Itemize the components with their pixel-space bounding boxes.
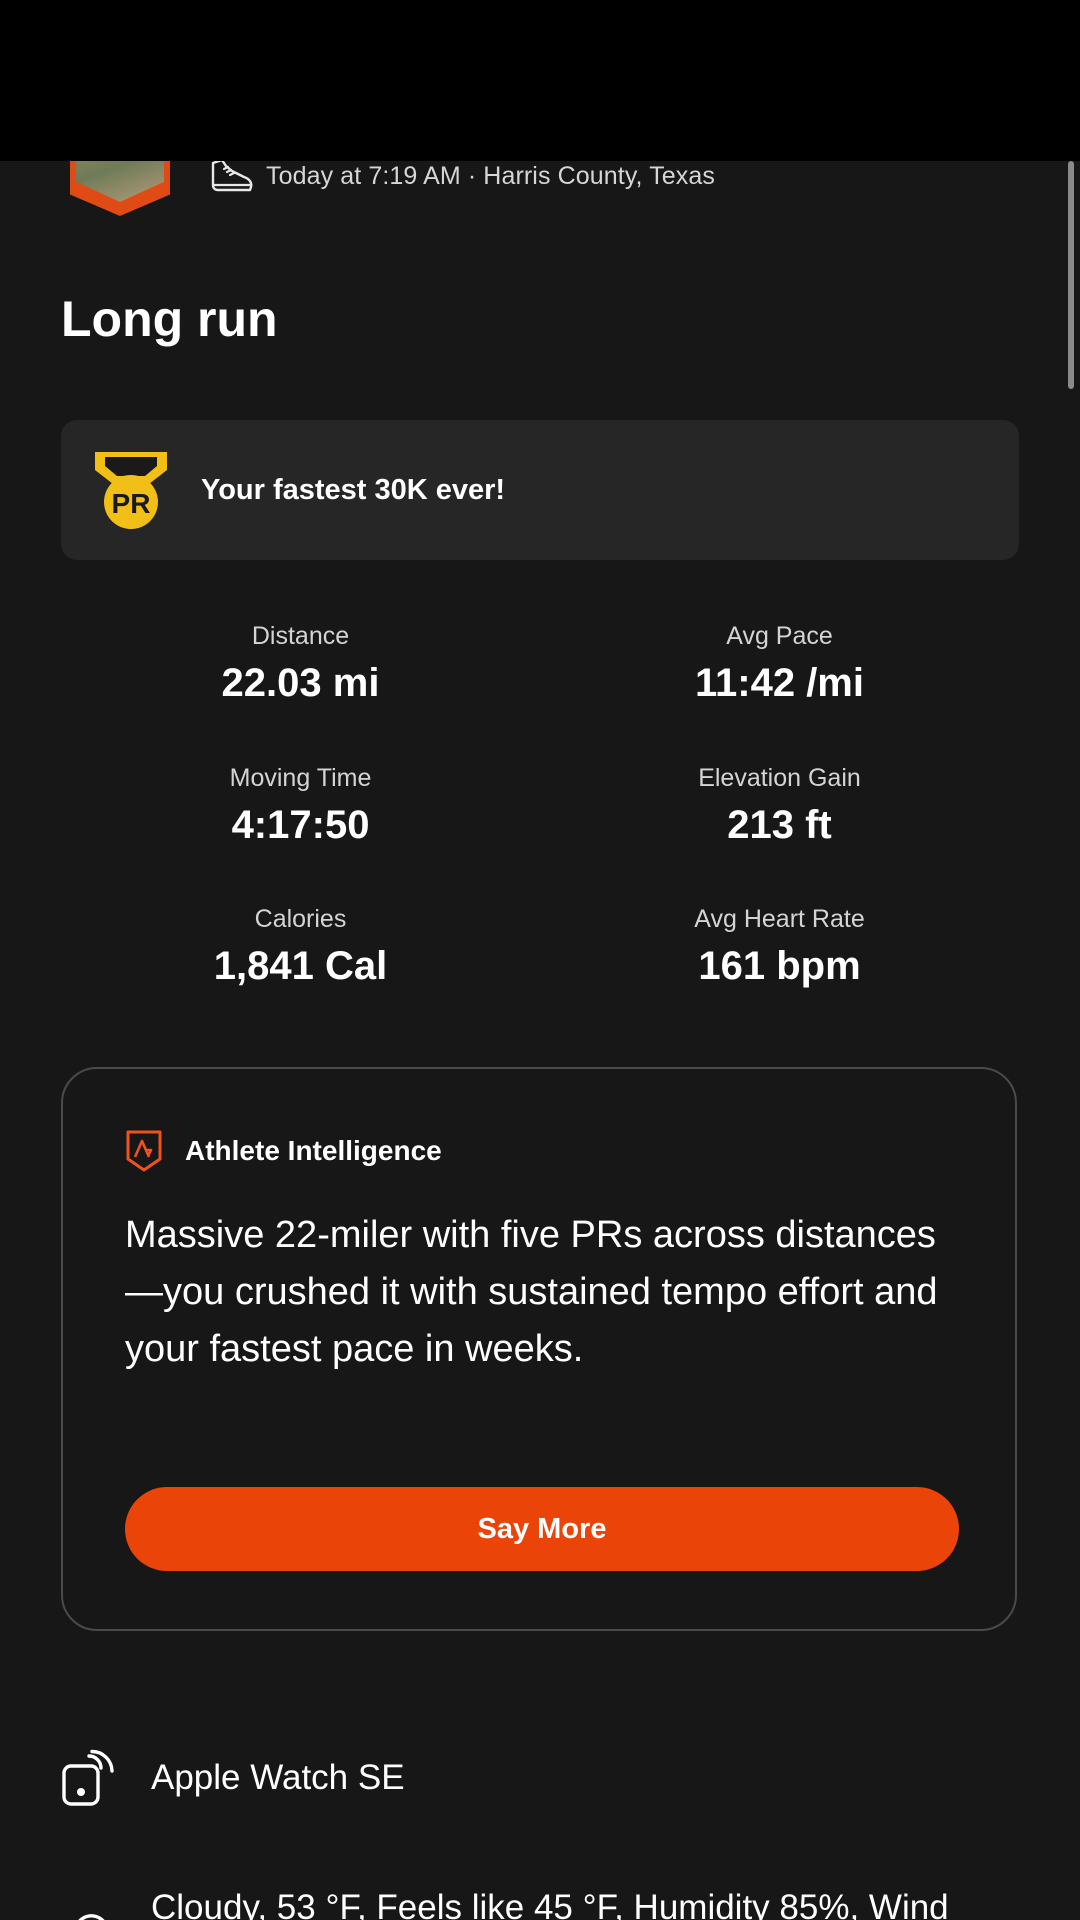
stat-value: 4:17:50: [231, 803, 370, 847]
activity-title: Long run: [61, 291, 278, 347]
say-more-button[interactable]: Say More: [125, 1487, 959, 1571]
stat-label: Avg Pace: [726, 622, 833, 650]
stat-elevation-gain: Elevation Gain 213 ft: [540, 764, 1019, 848]
pr-text: Your fastest 30K ever!: [201, 473, 506, 506]
stat-label: Elevation Gain: [698, 764, 861, 792]
stat-avg-pace: Avg Pace 11:42 /mi: [540, 622, 1019, 706]
device-name: Apple Watch SE: [151, 1758, 405, 1797]
athlete-intelligence-title: Athlete Intelligence: [185, 1135, 442, 1166]
device-row: Apple Watch SE: [61, 1748, 405, 1808]
athlete-intelligence-summary: Massive 22-miler with five PRs across di…: [125, 1214, 938, 1370]
activity-date-location: Today at 7:19 AM · Harris County, Texas: [266, 161, 716, 190]
stat-calories: Calories 1,841 Cal: [61, 905, 540, 989]
stat-value: 11:42 /mi: [694, 661, 864, 705]
stat-value: 213 ft: [727, 803, 832, 847]
activity-detail-screen: Today at 7:19 AM · Harris County, Texas …: [0, 0, 1080, 1920]
stat-value: 1,841 Cal: [213, 944, 388, 988]
stat-label: Moving Time: [229, 764, 372, 792]
weather-row: Cloudy, 53 °F, Feels like 45 °F, Humidit…: [61, 1888, 949, 1920]
stat-label: Distance: [251, 622, 350, 650]
stat-moving-time: Moving Time 4:17:50: [61, 764, 540, 848]
running-shoe-icon: [210, 156, 254, 196]
pr-badge-label: PR: [112, 488, 151, 519]
stat-distance: Distance 22.03 mi: [61, 622, 540, 706]
cloud-icon: [61, 1902, 123, 1920]
stat-value: 22.03 mi: [221, 661, 380, 705]
status-bar: [0, 0, 1080, 161]
athlete-intelligence-icon: [125, 1129, 163, 1173]
stat-avg-heart-rate: Avg Heart Rate 161 bpm: [540, 905, 1019, 989]
pr-card[interactable]: PR Your fastest 30K ever!: [61, 420, 1019, 560]
pr-medal-icon: PR: [91, 448, 171, 532]
scrollbar[interactable]: [1068, 161, 1074, 389]
athlete-intelligence-header: Athlete Intelligence: [125, 1129, 442, 1173]
athlete-intelligence-card: Athlete Intelligence Massive 22-miler wi…: [61, 1067, 1017, 1631]
stat-label: Calories: [254, 905, 347, 933]
weather-summary: Cloudy, 53 °F, Feels like 45 °F, Humidit…: [151, 1888, 949, 1920]
stat-label: Avg Heart Rate: [694, 905, 865, 933]
stat-value: 161 bpm: [698, 944, 861, 988]
watch-icon: [61, 1748, 123, 1808]
activity-meta: Today at 7:19 AM · Harris County, Texas: [210, 156, 715, 196]
